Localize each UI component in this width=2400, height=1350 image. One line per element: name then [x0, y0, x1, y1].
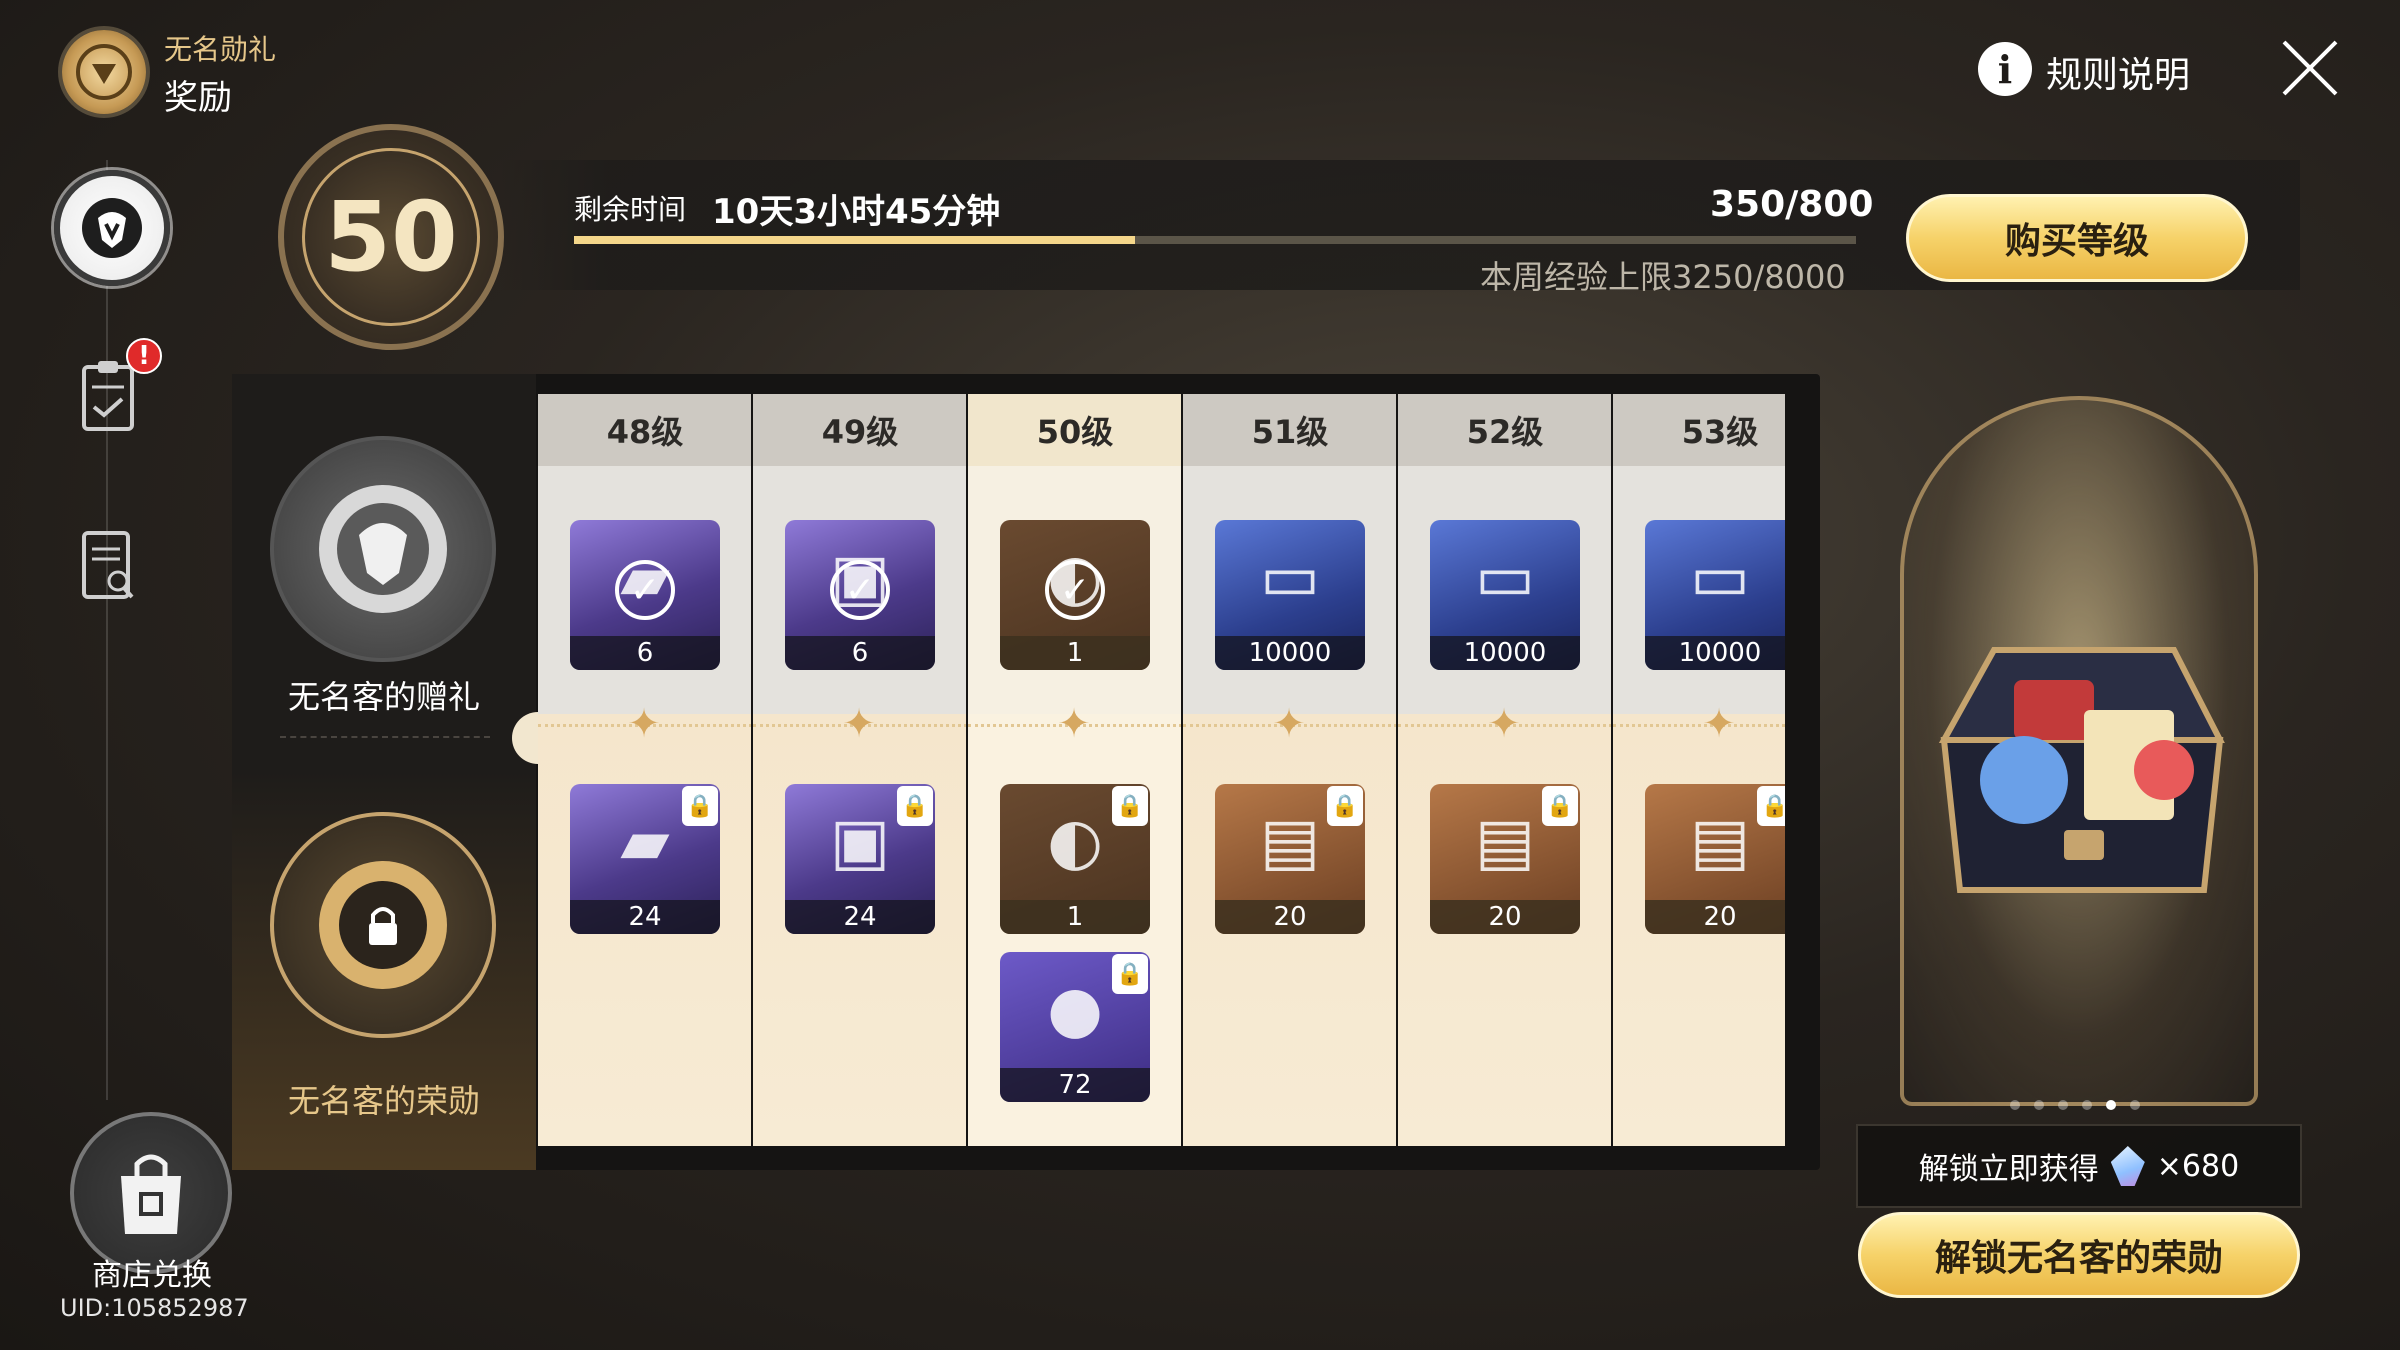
reward-item[interactable]: ▤ 🔒 20 [1215, 784, 1365, 934]
reward-item[interactable]: ▣ ✓ 6 [785, 520, 935, 670]
level-header: 51级 [1183, 394, 1397, 466]
reward-item[interactable]: ● 🔒 72 [1000, 952, 1150, 1102]
reward-item[interactable]: ▤ 🔒 20 [1645, 784, 1785, 934]
carousel-dots[interactable] [2010, 1100, 2160, 1112]
buy-level-button[interactable]: 购买等级 [1906, 194, 2248, 282]
level-column-49: 49级 ▣ ✓ 6 ✦ ▣ 🔒 24 [753, 394, 969, 1146]
level-header: 48级 [538, 394, 752, 466]
page-title: 奖励 [164, 78, 232, 118]
star-divider-icon: ✦ [842, 701, 876, 747]
level-column-50: 50级 ◐ ✓ 1 ✦ ◐ 🔒 1 ● 🔒 72 [968, 394, 1184, 1146]
reward-item[interactable]: ▰ ✓ 6 [570, 520, 720, 670]
remaining-time-value: 10天3小时45分钟 [712, 192, 1001, 232]
lock-icon: 🔒 [1112, 786, 1148, 826]
credit-card-icon: ▭ [1259, 541, 1321, 615]
carousel-dot-active[interactable] [2106, 1100, 2116, 1110]
carousel-dot[interactable] [2010, 1100, 2020, 1110]
weekly-exp-cap: 本周经验上限3250/8000 [1480, 258, 1846, 296]
lock-icon: 🔒 [1757, 786, 1785, 826]
page-subtitle: 无名勋礼 [164, 33, 277, 66]
carousel-dot[interactable] [2130, 1100, 2140, 1110]
level-header: 50级 [968, 394, 1182, 466]
level-column-52: 52级 ▭ 10000 ✦ ▤ 🔒 20 [1398, 394, 1614, 1146]
claimed-check-icon: ✓ [830, 560, 890, 620]
lock-icon: 🔒 [1327, 786, 1363, 826]
premium-tier-emblem-icon [270, 812, 496, 1038]
claimed-check-icon: ✓ [1045, 560, 1105, 620]
lock-icon: 🔒 [682, 786, 718, 826]
nav-item-records[interactable] [72, 520, 144, 610]
premium-tier-label: 无名客的荣勋 [287, 1082, 480, 1120]
level-header: 53级 [1613, 394, 1785, 466]
reward-qty: 24 [570, 900, 720, 934]
reward-qty: 20 [1215, 900, 1365, 934]
uid-text: UID:105852987 [60, 1294, 249, 1322]
reward-item[interactable]: ▤ 🔒 20 [1430, 784, 1580, 934]
free-tier-label: 无名客的赠礼 [287, 678, 480, 716]
credit-card-icon: ▭ [1689, 541, 1751, 615]
reward-qty: 1 [1000, 636, 1150, 670]
nav-item-rewards[interactable] [54, 170, 170, 286]
document-search-icon [82, 531, 134, 599]
remaining-time-label: 剩余时间 [574, 193, 687, 226]
notification-badge: ! [126, 338, 162, 374]
reward-qty: 72 [1000, 1068, 1150, 1102]
unlock-premium-button[interactable]: 解锁无名客的荣勋 [1858, 1212, 2300, 1298]
level-header: 49级 [753, 394, 967, 466]
reward-qty: 6 [570, 636, 720, 670]
lock-icon: 🔒 [1542, 786, 1578, 826]
event-emblem-icon [62, 30, 146, 114]
carousel-dot[interactable] [2034, 1100, 2044, 1110]
rules-button[interactable]: 规则说明 [2046, 46, 2190, 98]
reward-qty: 24 [785, 900, 935, 934]
level-number: 50 [324, 181, 458, 293]
level-header: 52级 [1398, 394, 1612, 466]
reward-qty: 20 [1645, 900, 1785, 934]
reward-qty: 10000 [1215, 636, 1365, 670]
star-divider-icon: ✦ [1487, 701, 1521, 747]
reward-qty: 6 [785, 636, 935, 670]
level-column-53: 53级 ▭ 10000 ✦ ▤ 🔒 20 [1613, 394, 1785, 1146]
free-tier-emblem-icon [270, 436, 496, 662]
level-column-51: 51级 ▭ 10000 ✦ ▤ 🔒 20 [1183, 394, 1399, 1146]
lock-icon: 🔒 [897, 786, 933, 826]
nav-rail-line [106, 160, 108, 1100]
exp-progress-fill [574, 236, 1135, 244]
reward-item[interactable]: ▭ 10000 [1430, 520, 1580, 670]
star-divider-icon: ✦ [1272, 701, 1306, 747]
reward-qty: 20 [1430, 900, 1580, 934]
treasure-chest-icon [1904, 590, 2260, 920]
reward-qty: 1 [1000, 900, 1150, 934]
reward-item[interactable]: ▰ 🔒 24 [570, 784, 720, 934]
reward-item[interactable]: ▭ 10000 [1645, 520, 1785, 670]
reward-qty: 10000 [1645, 636, 1785, 670]
star-divider-icon: ✦ [627, 701, 661, 747]
claimed-check-icon: ✓ [615, 560, 675, 620]
unlock-info-qty: ×680 [2156, 1148, 2240, 1184]
exp-value: 350/800 [1710, 184, 1874, 225]
info-icon[interactable]: i [1978, 42, 2032, 96]
level-badge: 50 [278, 124, 504, 350]
shop-label[interactable]: 商店兑换 [70, 1250, 234, 1294]
reward-qty: 10000 [1430, 636, 1580, 670]
reward-item[interactable]: ◐ 🔒 1 [1000, 784, 1150, 934]
carousel-dot[interactable] [2082, 1100, 2092, 1110]
reward-item[interactable]: ▭ 10000 [1215, 520, 1365, 670]
stellar-jade-icon [2110, 1146, 2145, 1186]
star-divider-icon: ✦ [1702, 701, 1736, 747]
tier-divider [280, 736, 490, 738]
shopping-bag-icon [121, 1154, 181, 1234]
reward-item[interactable]: ◐ ✓ 1 [1000, 520, 1150, 670]
emblem-icon [82, 198, 142, 258]
carousel-dot[interactable] [2058, 1100, 2068, 1110]
unlock-info-label: 解锁立即获得 [1918, 1152, 2099, 1187]
reward-item[interactable]: ▣ 🔒 24 [785, 784, 935, 934]
lock-icon: 🔒 [1112, 954, 1148, 994]
clipboard-check-icon [82, 361, 134, 431]
level-column-48: 48级 ▰ ✓ 6 ✦ ▰ 🔒 24 [538, 394, 754, 1146]
credit-card-icon: ▭ [1474, 541, 1536, 615]
unlock-reward-info: 解锁立即获得 ×680 [1856, 1124, 2302, 1208]
star-divider-icon: ✦ [1057, 701, 1091, 747]
close-icon[interactable] [2278, 36, 2342, 100]
